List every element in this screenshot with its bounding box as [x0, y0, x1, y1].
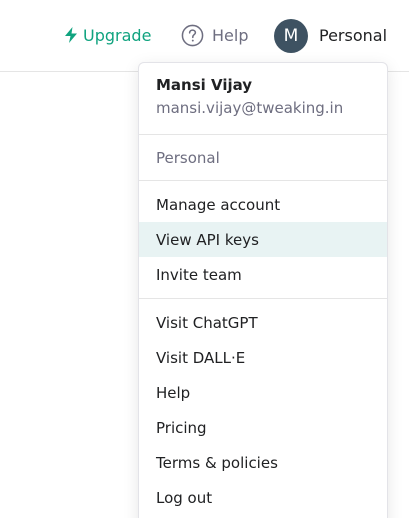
help-label: Help	[212, 25, 249, 45]
upgrade-label: Upgrade	[83, 25, 152, 45]
account-label: Personal	[319, 26, 388, 45]
visit-dalle-item[interactable]: Visit DALL·E	[139, 340, 387, 375]
lightning-bolt-icon	[64, 27, 78, 43]
links-group: Visit ChatGPT Visit DALL·E Help Pricing …	[139, 299, 387, 518]
view-api-keys-item[interactable]: View API keys	[139, 222, 387, 257]
user-email: mansi.vijay@tweaking.in	[156, 99, 344, 117]
pricing-item[interactable]: Pricing	[139, 410, 387, 445]
terms-policies-item[interactable]: Terms & policies	[139, 445, 387, 480]
organization-item-personal[interactable]: Personal	[139, 135, 387, 180]
help-button[interactable]: Help	[181, 23, 248, 47]
account-dropdown-menu: Mansi Vijay mansi.vijay@tweaking.in Pers…	[138, 62, 388, 518]
help-item[interactable]: Help	[139, 375, 387, 410]
avatar: M	[274, 18, 308, 53]
invite-team-item[interactable]: Invite team	[139, 257, 387, 292]
manage-account-item[interactable]: Manage account	[139, 187, 387, 222]
account-menu-button[interactable]: M Personal	[274, 18, 388, 53]
user-name: Mansi Vijay	[156, 76, 253, 94]
visit-chatgpt-item[interactable]: Visit ChatGPT	[139, 305, 387, 340]
page: Upgrade Help M Personal Mansi Vijay mans…	[0, 0, 409, 518]
user-info: Mansi Vijay mansi.vijay@tweaking.in	[139, 63, 387, 134]
upgrade-link[interactable]: Upgrade	[64, 24, 151, 46]
question-circle-icon	[181, 24, 204, 47]
log-out-item[interactable]: Log out	[139, 480, 387, 515]
account-actions-group: Manage account View API keys Invite team	[139, 181, 387, 298]
